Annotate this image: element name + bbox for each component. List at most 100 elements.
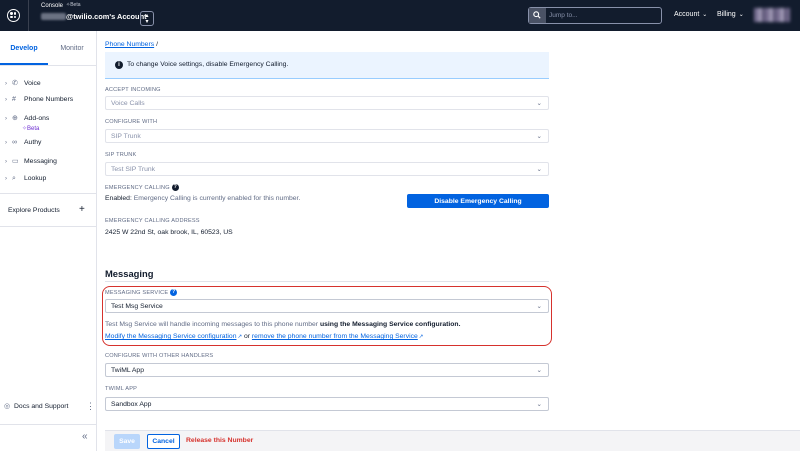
top-bar: Console ✧Beta @twilio.com's Account ▴▾ A…: [0, 0, 800, 31]
accept-incoming-value: Voice Calls: [111, 100, 145, 107]
divider: [28, 0, 29, 31]
authy-icon: ∞: [12, 139, 17, 146]
sidebar-item-label: Phone Numbers: [24, 96, 74, 103]
messaging-service-description: Test Msg Service will handle incoming me…: [105, 321, 461, 328]
breadcrumb-phone-numbers[interactable]: Phone Numbers: [105, 41, 154, 48]
external-link-icon: ↗: [237, 334, 243, 340]
chevron-right-icon: ›: [5, 116, 7, 122]
sidebar-item-phone-numbers[interactable]: › # Phone Numbers: [5, 96, 73, 107]
action-footer: Save Cancel Release this Number: [105, 430, 800, 451]
divider: [0, 226, 97, 227]
messaging-heading: Messaging: [105, 268, 154, 279]
sidebar-item-messaging[interactable]: › ▭ Messaging: [5, 157, 57, 168]
emergency-address-label: EMERGENCY CALLING ADDRESS: [105, 218, 200, 224]
chevron-down-icon: ⌄: [536, 166, 542, 173]
tab-monitor[interactable]: Monitor: [48, 45, 96, 65]
sidebar-item-authy[interactable]: › ∞ Authy: [5, 139, 41, 150]
account-menu-label: Account: [674, 11, 700, 18]
sidebar-item-add-ons[interactable]: › ⊕ Add-ons: [5, 114, 49, 125]
divider: [0, 193, 97, 194]
other-handlers-label: CONFIGURE WITH OTHER HANDLERS: [105, 353, 214, 359]
account-name-redacted: [41, 13, 66, 20]
docs-label: Docs and Support: [14, 403, 69, 410]
chevron-down-icon: ⌄: [536, 100, 542, 107]
hash-icon: #: [12, 96, 16, 103]
account-name[interactable]: @twilio.com's Account: [66, 12, 147, 21]
beta-badge: ✧Beta: [66, 2, 81, 8]
configure-with-value: SIP Trunk: [111, 133, 141, 140]
chevron-up-down-icon[interactable]: ▴ ▾: [140, 11, 154, 26]
collapse-sidebar-icon[interactable]: «: [82, 431, 88, 442]
twilio-logo-icon[interactable]: [7, 9, 20, 22]
messaging-service-label: MESSAGING SERVICE?: [105, 289, 178, 296]
billing-menu-label: Billing: [717, 11, 736, 18]
chevron-down-icon: ⌄: [536, 367, 542, 374]
avatar[interactable]: [754, 8, 790, 22]
chevron-down-icon: ⌄: [536, 303, 542, 310]
emergency-calling-label: EMERGENCY CALLING?: [105, 184, 179, 191]
console-label: Console: [41, 3, 64, 9]
sidebar-item-label: Authy: [24, 139, 42, 146]
info-banner-text: To change Voice settings, disable Emerge…: [127, 61, 289, 68]
configure-with-label: CONFIGURE WITH: [105, 119, 158, 125]
docs-and-support[interactable]: ◎ Docs and Support: [4, 402, 68, 410]
sip-trunk-select[interactable]: Test SIP Trunk ⌄: [105, 162, 549, 176]
beta-badge: ✧Beta: [22, 126, 40, 132]
chevron-right-icon: ›: [5, 97, 7, 103]
account-menu[interactable]: Account ⌄: [674, 11, 707, 18]
twiml-app-select[interactable]: Sandbox App ⌄: [105, 397, 549, 411]
main-content: Phone Numbers / i To change Voice setting…: [97, 31, 800, 451]
sidebar-item-voice[interactable]: › ✆ Voice: [5, 79, 41, 90]
sip-trunk-label: SIP TRUNK: [105, 152, 137, 158]
help-icon[interactable]: ?: [170, 289, 178, 296]
chevron-down-icon: ⌄: [536, 133, 542, 140]
sidebar-item-label: Messaging: [24, 158, 57, 165]
chat-icon: ▭: [12, 158, 19, 165]
twiml-app-value: Sandbox App: [111, 401, 152, 408]
chevron-right-icon: ›: [5, 140, 7, 146]
other-handlers-select[interactable]: TwiML App ⌄: [105, 363, 549, 377]
jump-to-search[interactable]: [528, 7, 662, 24]
release-number-button[interactable]: Release this Number: [186, 437, 253, 444]
emergency-status: Enabled: Emergency Calling is currently …: [105, 195, 301, 202]
sip-trunk-value: Test SIP Trunk: [111, 166, 156, 173]
chevron-right-icon: ›: [5, 159, 7, 165]
emergency-address: 2425 W 22nd St, oak brook, IL, 60523, US: [105, 229, 233, 236]
external-link-icon: ↗: [418, 334, 424, 340]
phone-icon: ✆: [12, 80, 18, 87]
messaging-service-links: Modify the Messaging Service configurati…: [105, 333, 424, 340]
sidebar-item-label: Lookup: [24, 175, 47, 182]
sidebar-tabs: Develop Monitor: [0, 43, 97, 66]
info-icon: i: [115, 61, 123, 69]
docs-icon: ◎: [4, 403, 10, 410]
sidebar: Develop Monitor › ✆ Voice › # Phone Numbers …: [0, 31, 97, 451]
messaging-service-select[interactable]: Test Msg Service ⌄: [105, 299, 549, 313]
kebab-menu-icon[interactable]: ⋮: [86, 401, 95, 412]
search-input[interactable]: [549, 10, 657, 21]
save-button[interactable]: Save: [114, 434, 140, 449]
other-handlers-value: TwiML App: [111, 367, 144, 374]
accept-incoming-select[interactable]: Voice Calls ⌄: [105, 96, 549, 110]
explore-products-link[interactable]: Explore Products: [8, 207, 60, 214]
sidebar-item-label: Voice: [24, 80, 41, 87]
disable-emergency-calling-button[interactable]: Disable Emergency Calling: [407, 194, 549, 208]
chevron-down-icon: ⌄: [738, 12, 744, 18]
add-ons-icon: ⊕: [12, 115, 18, 122]
search-icon[interactable]: [529, 8, 546, 23]
sidebar-item-label: Add-ons: [24, 115, 50, 122]
configure-with-select[interactable]: SIP Trunk ⌄: [105, 129, 549, 143]
plus-icon[interactable]: +: [79, 204, 85, 215]
modify-messaging-service-link[interactable]: Modify the Messaging Service configurati…: [105, 333, 236, 340]
info-banner: i To change Voice settings, disable Emer…: [105, 52, 549, 79]
twiml-app-label: TWIML APP: [105, 386, 138, 392]
chevron-down-icon: ⌄: [702, 12, 708, 18]
chevron-right-icon: ›: [5, 81, 7, 87]
sidebar-item-lookup[interactable]: › ⌕ Lookup: [5, 175, 46, 186]
chevron-down-icon: ⌄: [536, 401, 542, 408]
tab-develop[interactable]: Develop: [0, 45, 48, 65]
chevron-right-icon: ›: [5, 176, 7, 182]
cancel-button[interactable]: Cancel: [147, 434, 180, 449]
help-icon[interactable]: ?: [171, 184, 179, 191]
remove-from-messaging-service-link[interactable]: remove the phone number from the Messagi…: [252, 333, 418, 340]
billing-menu[interactable]: Billing ⌄: [717, 11, 744, 18]
